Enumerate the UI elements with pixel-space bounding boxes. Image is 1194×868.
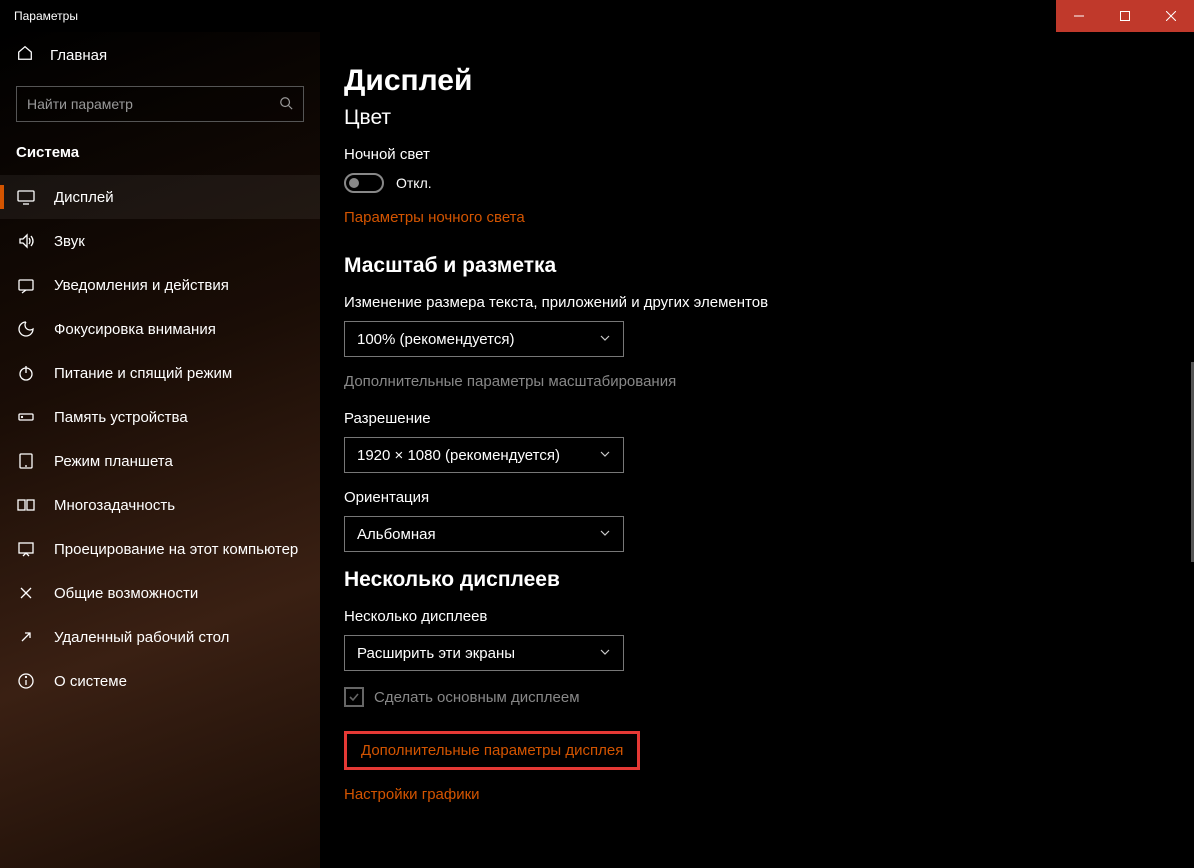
sidebar-item-power[interactable]: Питание и спящий режим [0, 351, 320, 395]
sidebar-item-label: Уведомления и действия [54, 277, 229, 294]
night-light-state: Откл. [396, 175, 432, 191]
display-icon [16, 187, 36, 207]
window-controls [1056, 0, 1194, 32]
tablet-icon [16, 451, 36, 471]
titlebar: Параметры [0, 0, 1194, 32]
make-primary-label: Сделать основным дисплеем [374, 689, 580, 706]
storage-icon [16, 407, 36, 427]
multi-label: Несколько дисплеев [344, 608, 1154, 625]
home-icon [16, 44, 34, 66]
night-light-toggle[interactable] [344, 173, 384, 193]
maximize-icon [1120, 11, 1130, 21]
content: Главная Найти параметр Система Дисплей З… [0, 32, 1194, 868]
multi-value: Расширить эти экраны [357, 645, 515, 662]
close-button[interactable] [1148, 0, 1194, 32]
section-scale: Масштаб и разметка [344, 254, 1154, 278]
sidebar-item-display[interactable]: Дисплей [0, 175, 320, 219]
notifications-icon [16, 275, 36, 295]
search-icon [279, 96, 293, 113]
sidebar-item-about[interactable]: О системе [0, 659, 320, 703]
advanced-scale-link[interactable]: Дополнительные параметры масштабирования [344, 373, 1154, 390]
resolution-dropdown[interactable]: 1920 × 1080 (рекомендуется) [344, 437, 624, 473]
night-light-settings-link[interactable]: Параметры ночного света [344, 209, 525, 226]
night-light-toggle-row: Откл. [344, 173, 1154, 193]
scale-dropdown[interactable]: 100% (рекомендуется) [344, 321, 624, 357]
scrollbar[interactable] [1190, 32, 1194, 868]
projecting-icon [16, 539, 36, 559]
remote-icon [16, 627, 36, 647]
sidebar-item-label: Питание и спящий режим [54, 365, 232, 382]
orientation-dropdown[interactable]: Альбомная [344, 516, 624, 552]
minimize-icon [1074, 11, 1084, 21]
sidebar-item-label: Многозадачность [54, 497, 175, 514]
sidebar-item-focus[interactable]: Фокусировка внимания [0, 307, 320, 351]
scale-value: 100% (рекомендуется) [357, 331, 514, 348]
chevron-down-icon [599, 447, 611, 464]
scale-label: Изменение размера текста, приложений и д… [344, 294, 1154, 311]
chevron-down-icon [599, 331, 611, 348]
check-icon [348, 691, 360, 703]
chevron-down-icon [599, 526, 611, 543]
resolution-value: 1920 × 1080 (рекомендуется) [357, 447, 560, 464]
resolution-label: Разрешение [344, 410, 1154, 427]
focus-icon [16, 319, 36, 339]
power-icon [16, 363, 36, 383]
sidebar-item-storage[interactable]: Память устройства [0, 395, 320, 439]
close-icon [1166, 11, 1176, 21]
about-icon [16, 671, 36, 691]
sidebar-item-notifications[interactable]: Уведомления и действия [0, 263, 320, 307]
search-placeholder: Найти параметр [27, 96, 133, 112]
orientation-value: Альбомная [357, 526, 436, 543]
make-primary-row: Сделать основным дисплеем [344, 687, 1154, 707]
sidebar-item-label: Дисплей [54, 189, 114, 206]
sidebar-item-shared[interactable]: Общие возможности [0, 571, 320, 615]
sound-icon [16, 231, 36, 251]
search-input[interactable]: Найти параметр [16, 86, 304, 122]
section-color: Цвет [344, 106, 1154, 130]
multi-display-dropdown[interactable]: Расширить эти экраны [344, 635, 624, 671]
home-link[interactable]: Главная [0, 32, 320, 80]
sidebar-item-label: Память устройства [54, 409, 188, 426]
sidebar-item-label: О системе [54, 673, 127, 690]
section-multi: Несколько дисплеев [344, 568, 1154, 592]
chevron-down-icon [599, 645, 611, 662]
sidebar-item-label: Общие возможности [54, 585, 198, 602]
sidebar-item-label: Проецирование на этот компьютер [54, 541, 298, 558]
maximize-button[interactable] [1102, 0, 1148, 32]
sidebar-item-label: Звук [54, 233, 85, 250]
sidebar-item-projecting[interactable]: Проецирование на этот компьютер [0, 527, 320, 571]
make-primary-checkbox[interactable] [344, 687, 364, 707]
sidebar-item-remote[interactable]: Удаленный рабочий стол [0, 615, 320, 659]
window-title: Параметры [14, 9, 78, 23]
multitasking-icon [16, 495, 36, 515]
sidebar-item-label: Режим планшета [54, 453, 173, 470]
sidebar-item-label: Удаленный рабочий стол [54, 629, 229, 646]
graphics-settings-link[interactable]: Настройки графики [344, 786, 480, 803]
shared-icon [16, 583, 36, 603]
advanced-display-link[interactable]: Дополнительные параметры дисплея [344, 731, 640, 770]
sidebar-item-label: Фокусировка внимания [54, 321, 216, 338]
main-panel: Дисплей Цвет Ночной свет Откл. Параметры… [320, 32, 1194, 868]
sidebar: Главная Найти параметр Система Дисплей З… [0, 32, 320, 868]
minimize-button[interactable] [1056, 0, 1102, 32]
sidebar-item-sound[interactable]: Звук [0, 219, 320, 263]
sidebar-item-tablet[interactable]: Режим планшета [0, 439, 320, 483]
orientation-label: Ориентация [344, 489, 1154, 506]
night-light-label: Ночной свет [344, 146, 1154, 163]
category-title: Система [0, 140, 320, 175]
page-title: Дисплей [344, 64, 1154, 98]
sidebar-item-multitasking[interactable]: Многозадачность [0, 483, 320, 527]
home-label: Главная [50, 47, 107, 64]
